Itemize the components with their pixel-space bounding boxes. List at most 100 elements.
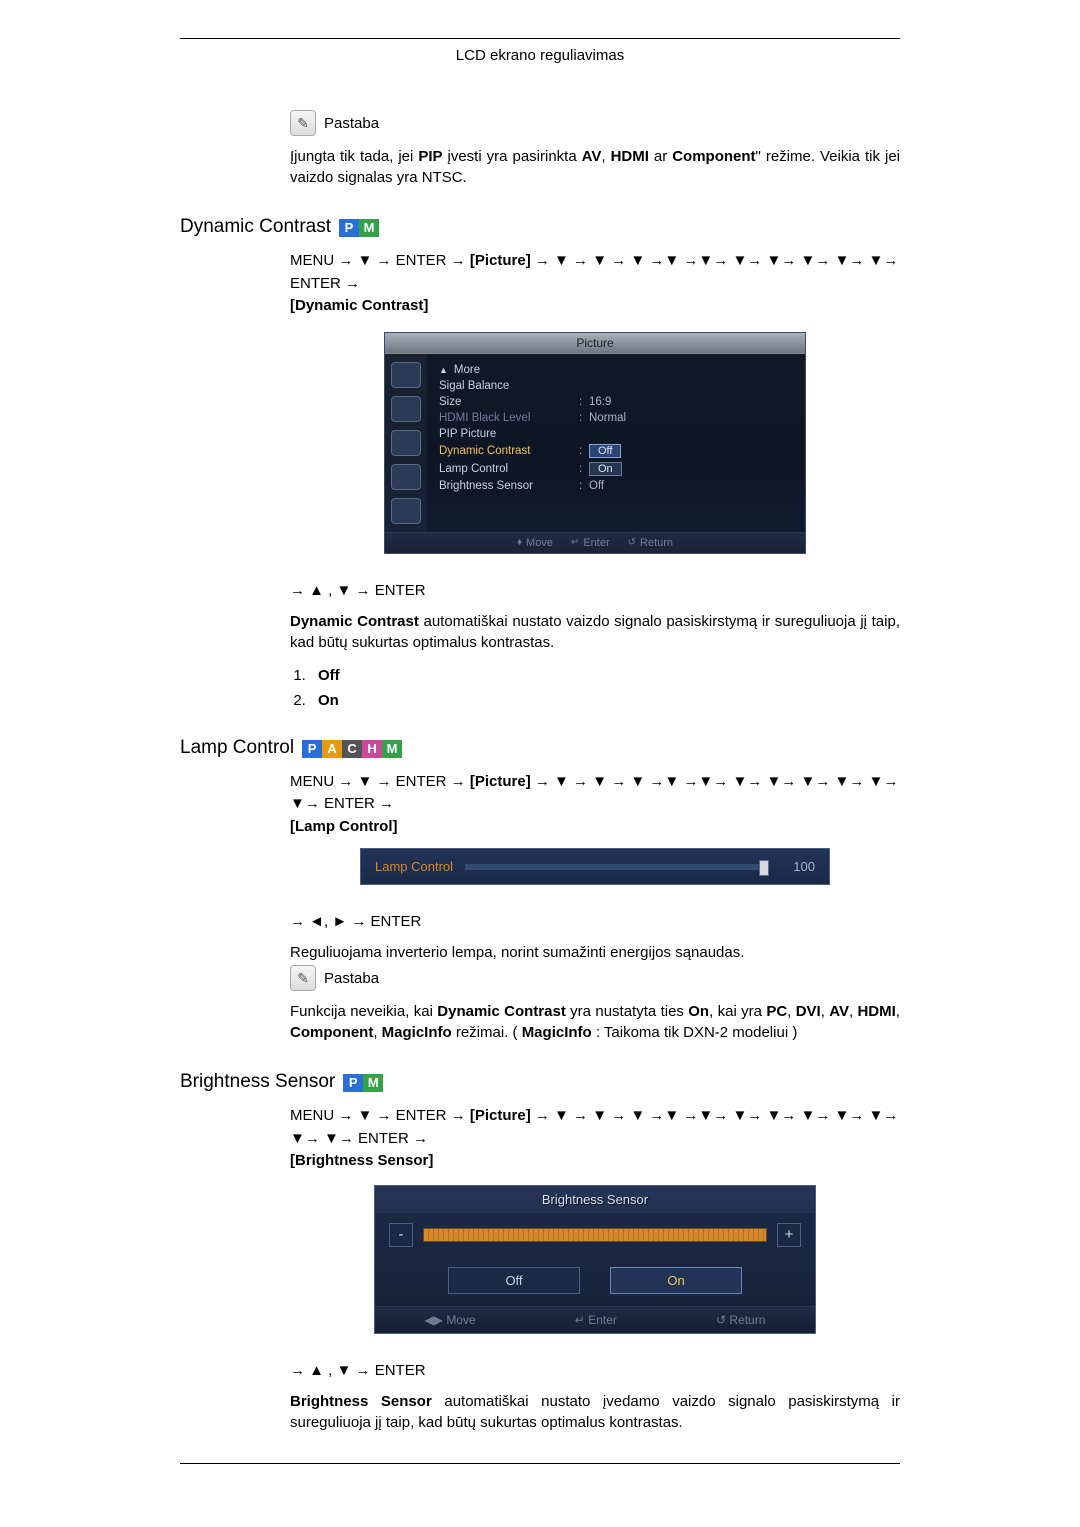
text: AV — [829, 1003, 849, 1020]
badge-h: H — [362, 740, 382, 758]
text: MagicInfo — [522, 1024, 592, 1041]
text: , — [821, 1003, 830, 1020]
osd-side-icons — [385, 354, 427, 532]
osd-footer: ♦Move ↵Enter ↺Return — [385, 532, 805, 553]
text: Įjungta tik tada, jei — [290, 148, 418, 165]
label: Off — [318, 667, 340, 684]
section-title-text: Lamp Control — [180, 737, 294, 759]
footer-move: ◀▶ Move — [425, 1313, 476, 1327]
badge-p: P — [339, 219, 359, 237]
bs-on-button: On — [610, 1267, 742, 1294]
text: , — [896, 1003, 900, 1020]
text: Component — [672, 148, 755, 165]
lamp-description: Reguliuojama inverterio lempa, norint su… — [290, 942, 900, 963]
footer-return: ↺Return — [628, 537, 673, 549]
osd-row-bs: Brightness Sensor:Off — [439, 478, 795, 494]
label: Dynamic Contrast — [439, 445, 579, 457]
osd-row-hdmi: HDMI Black Level:Normal — [439, 410, 795, 426]
text: , — [373, 1024, 381, 1041]
badge-m: M — [359, 219, 379, 237]
nav-line: MENU → ▼ → ENTER → [Picture] → ▼ → ▼ → ▼… — [290, 771, 900, 839]
section-dynamic-contrast: Dynamic Contrast PM — [180, 216, 900, 238]
label: Move — [526, 537, 553, 549]
label: Enter — [583, 537, 609, 549]
label: PIP Picture — [439, 428, 579, 440]
text: MENU → ▼ → ENTER → — [290, 252, 466, 269]
osd-side-icon — [391, 464, 421, 490]
text: režimai. ( — [452, 1024, 522, 1041]
text: MENU → ▼ → ENTER → — [290, 773, 466, 790]
text: Dynamic Contrast — [290, 613, 419, 630]
section-title-text: Dynamic Contrast — [180, 216, 331, 238]
label: Return — [729, 1313, 765, 1327]
lamp-slider-track — [465, 864, 769, 870]
osd-lamp-control: Lamp Control 100 — [360, 848, 830, 885]
nav-line: MENU → ▼ → ENTER → [Picture] → ▼ → ▼ → ▼… — [290, 1105, 900, 1173]
text: MagicInfo — [382, 1024, 452, 1041]
note-row: ✎ Pastaba — [290, 965, 900, 991]
osd-row-more: More — [439, 362, 795, 378]
text: Dynamic Contrast — [437, 1003, 566, 1020]
badge-a: A — [322, 740, 342, 758]
osd-side-icon — [391, 498, 421, 524]
osd-row-lamp: Lamp Control:On — [439, 460, 795, 478]
text: ar — [649, 148, 672, 165]
option-on: On — [310, 692, 900, 709]
bracket: [Brightness Sensor] — [290, 1152, 433, 1169]
text: AV — [582, 148, 602, 165]
nav-line-2: → ▲ , ▼ → ENTER — [290, 1360, 900, 1381]
section-brightness-sensor: Brightness Sensor PM — [180, 1071, 900, 1093]
footer-return: ↺ Return — [716, 1313, 765, 1327]
label: Sigal Balance — [439, 380, 579, 392]
note-label: Pastaba — [324, 970, 379, 987]
page-header: LCD ekrano reguliavimas — [180, 43, 900, 70]
label: Lamp Control — [439, 463, 579, 475]
text: , kai yra — [709, 1003, 766, 1020]
label: Brightness Sensor — [439, 480, 579, 492]
note-label: Pastaba — [324, 115, 379, 132]
lamp-slider-thumb — [759, 860, 769, 876]
label: Return — [640, 537, 673, 549]
value: On — [589, 462, 622, 476]
note-text: Įjungta tik tada, jei PIP įvesti yra pas… — [290, 146, 900, 188]
badge-m: M — [382, 740, 402, 758]
label: Enter — [588, 1313, 617, 1327]
text: Brightness Sensor — [290, 1393, 432, 1410]
text: Funkcija neveikia, kai — [290, 1003, 437, 1020]
label: On — [318, 692, 339, 709]
nav-line: MENU → ▼ → ENTER → [Picture] → ▼ → ▼ → ▼… — [290, 250, 900, 318]
minus-button: - — [389, 1223, 413, 1247]
text: , — [601, 148, 610, 165]
nav-line-2: → ◄, ► → ENTER — [290, 911, 900, 932]
bs-footer: ◀▶ Move ↵ Enter ↺ Return — [375, 1306, 815, 1333]
value: 16:9 — [589, 396, 611, 408]
label: HDMI Black Level — [439, 412, 579, 424]
text: MENU → ▼ → ENTER → — [290, 1107, 466, 1124]
badge-p: P — [343, 1074, 363, 1092]
bs-gauge — [423, 1228, 767, 1242]
dc-description: Dynamic Contrast automatiškai nustato va… — [290, 611, 900, 653]
nav-line-2: → ▲ , ▼ → ENTER — [290, 580, 900, 601]
label: More — [439, 364, 579, 376]
plus-button: + — [777, 1223, 801, 1247]
text: : Taikoma tik DXN-2 modeliui ) — [592, 1024, 798, 1041]
label: Move — [446, 1313, 475, 1327]
osd-side-icon — [391, 430, 421, 456]
osd-row-sigal: Sigal Balance — [439, 378, 795, 394]
value: Off — [589, 480, 604, 492]
osd-side-icon — [391, 362, 421, 388]
bs-title: Brightness Sensor — [375, 1186, 815, 1213]
osd-title: Picture — [385, 333, 805, 354]
bs-description: Brightness Sensor automatiškai nustato į… — [290, 1391, 900, 1433]
osd-row-pip: PIP Picture — [439, 426, 795, 442]
text: HDMI — [857, 1003, 895, 1020]
bracket: [Lamp Control] — [290, 818, 397, 835]
footer-move: ♦Move — [517, 537, 553, 549]
text: įvesti yra pasirinkta — [443, 148, 582, 165]
dc-options: Off On — [290, 667, 900, 709]
bs-off-button: Off — [448, 1267, 580, 1294]
bracket: [Dynamic Contrast] — [290, 297, 428, 314]
footer-enter: ↵ Enter — [575, 1313, 617, 1327]
label: Size — [439, 396, 579, 408]
pencil-icon: ✎ — [290, 110, 316, 136]
